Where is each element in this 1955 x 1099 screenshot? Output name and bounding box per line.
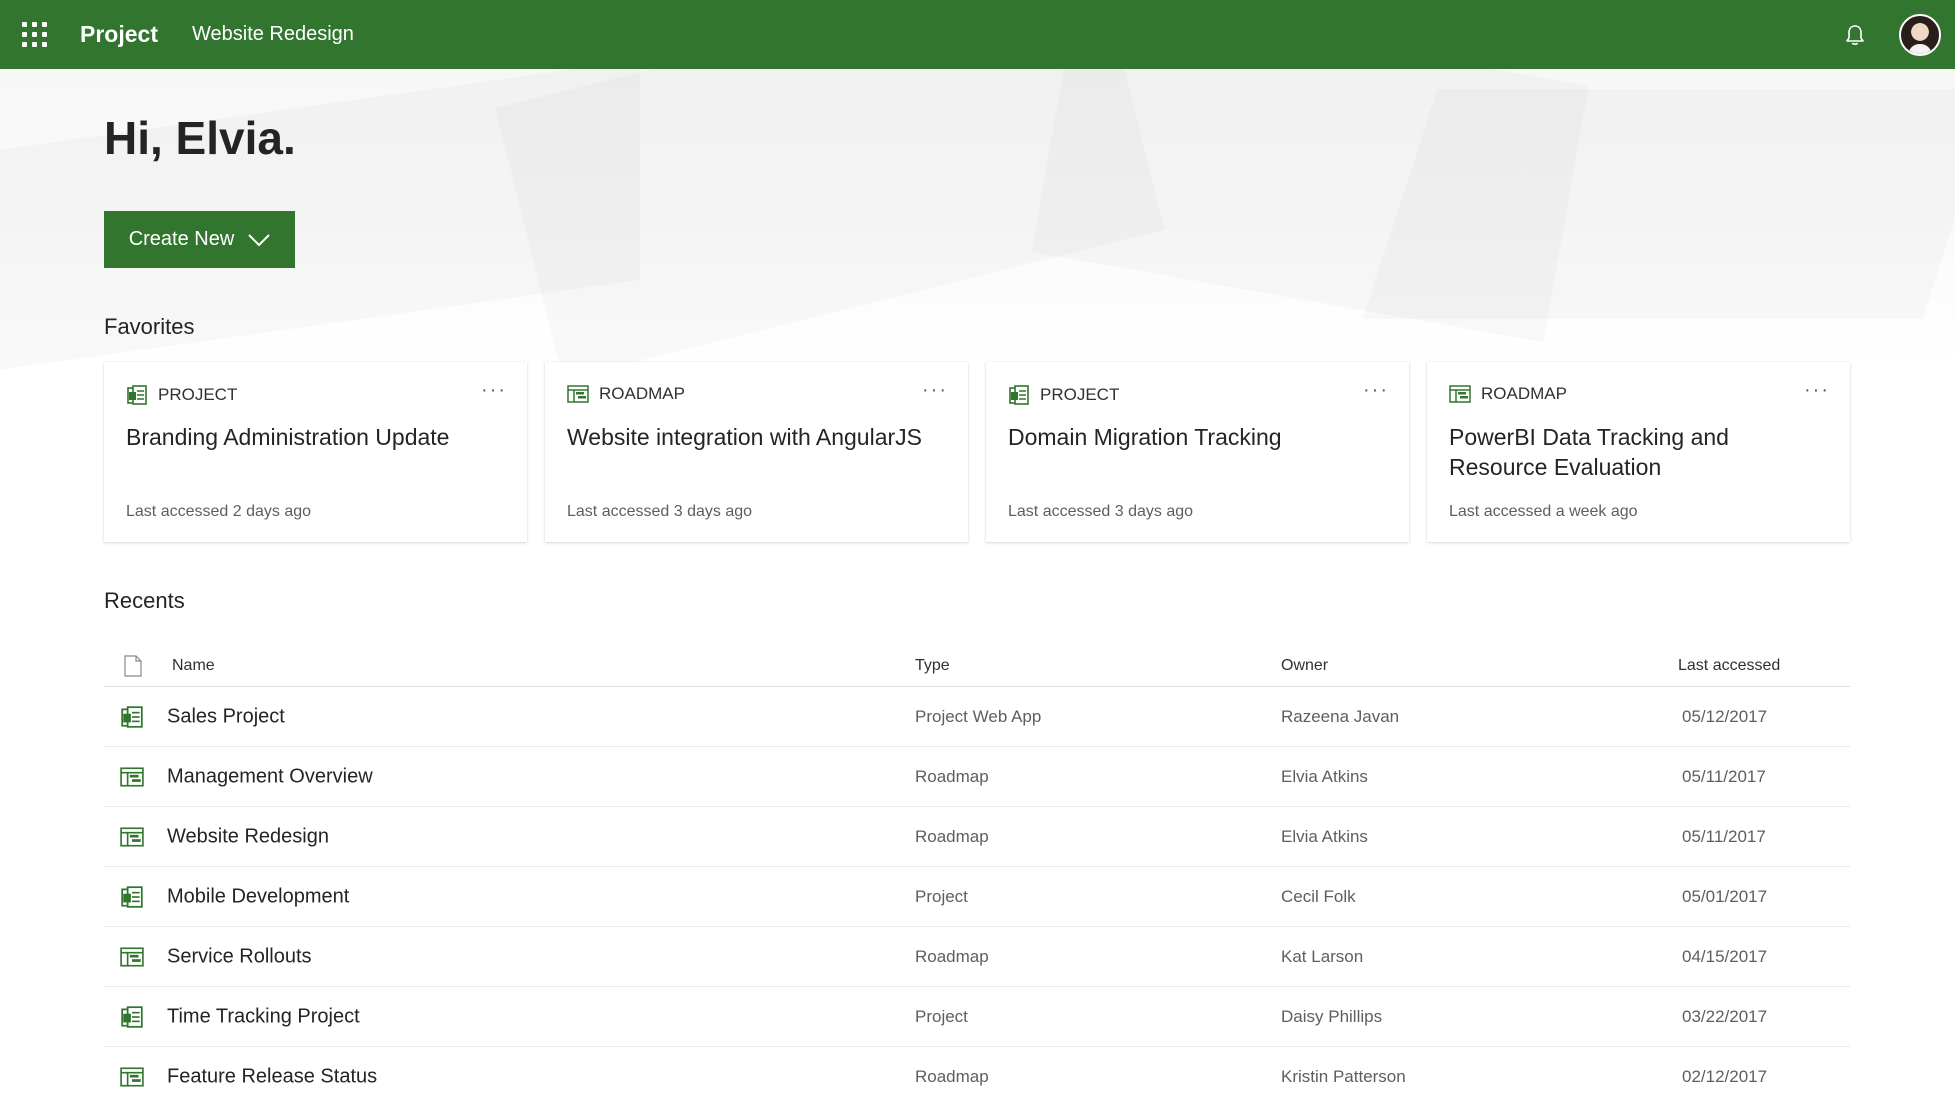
row-type: Roadmap (915, 826, 989, 846)
roadmap-icon (120, 946, 144, 967)
card-type-label: PROJECT (158, 385, 238, 404)
row-date: 02/12/2017 (1682, 1066, 1768, 1086)
row-date: 05/11/2017 (1682, 826, 1766, 846)
project-icon (120, 1005, 144, 1029)
row-owner: Elvia Atkins (1281, 826, 1368, 846)
row-type: Roadmap (915, 1066, 989, 1086)
card-type-label: PROJECT (1040, 385, 1120, 404)
card-last-accessed: Last accessed a week ago (1449, 503, 1638, 520)
row-owner: Kat Larson (1281, 946, 1364, 966)
bell-icon[interactable] (1825, 0, 1885, 69)
card-last-accessed: Last accessed 3 days ago (567, 503, 753, 520)
row-owner: Daisy Phillips (1281, 1006, 1383, 1026)
project-icon (120, 885, 144, 909)
column-header-last-accessed[interactable]: Last accessed (1678, 657, 1780, 675)
card-last-accessed: Last accessed 3 days ago (1008, 503, 1194, 520)
row-name[interactable]: Mobile Development (167, 885, 349, 908)
column-header-name[interactable]: Name (172, 657, 215, 675)
file-icon (124, 654, 142, 677)
favorites-heading: Favorites (104, 314, 195, 339)
current-project-name[interactable]: Website Redesign (192, 23, 354, 46)
table-row[interactable]: Management Overview Roadmap Elvia Atkins… (104, 747, 1850, 807)
row-type: Project (915, 1006, 968, 1026)
app-name[interactable]: Project (80, 21, 158, 48)
row-type: Roadmap (915, 766, 989, 786)
roadmap-icon (120, 1066, 144, 1087)
row-name[interactable]: Service Rollouts (167, 945, 312, 968)
favorites-cards: PROJECT ··· Branding Administration Upda… (104, 362, 1850, 542)
card-title: Branding Administration Update (126, 424, 450, 450)
create-new-button[interactable]: Create New (104, 211, 295, 268)
more-options-icon[interactable]: ··· (481, 380, 507, 400)
recents-heading: Recents (104, 588, 185, 613)
roadmap-icon (120, 766, 144, 787)
row-name[interactable]: Management Overview (167, 765, 373, 788)
table-row[interactable]: Time Tracking Project Project Daisy Phil… (104, 987, 1850, 1047)
favorite-card[interactable]: ROADMAP ··· Website integration with Ang… (545, 362, 968, 542)
row-name[interactable]: Website Redesign (167, 825, 329, 848)
roadmap-icon (120, 826, 144, 847)
card-title: Domain Migration Tracking (1008, 424, 1282, 450)
table-row[interactable]: Mobile Development Project Cecil Folk 05… (104, 867, 1850, 927)
waffle-icon[interactable] (0, 0, 68, 69)
table-row[interactable]: Service Rollouts Roadmap Kat Larson 04/1… (104, 927, 1850, 987)
card-type-label: ROADMAP (599, 384, 685, 403)
favorite-card[interactable]: PROJECT ··· Domain Migration Tracking La… (986, 362, 1409, 542)
avatar[interactable] (1899, 13, 1941, 56)
table-row[interactable]: Website Redesign Roadmap Elvia Atkins 05… (104, 807, 1850, 867)
roadmap-icon (1449, 385, 1471, 403)
project-icon (120, 705, 144, 729)
more-options-icon[interactable]: ··· (1804, 380, 1830, 400)
row-owner: Kristin Patterson (1281, 1066, 1406, 1086)
row-date: 04/15/2017 (1682, 946, 1768, 966)
table-row[interactable]: Feature Release Status Roadmap Kristin P… (104, 1047, 1850, 1099)
row-date: 05/11/2017 (1682, 766, 1766, 786)
row-name[interactable]: Sales Project (167, 705, 285, 728)
row-date: 03/22/2017 (1682, 1006, 1768, 1026)
column-header-owner[interactable]: Owner (1281, 657, 1328, 675)
project-icon (126, 384, 148, 406)
row-owner: Elvia Atkins (1281, 766, 1368, 786)
recents-table: Name Type Owner Last accessed Sales Proj… (104, 645, 1850, 1099)
row-type: Roadmap (915, 946, 989, 966)
favorite-card[interactable]: ROADMAP ··· PowerBI Data Tracking and Re… (1427, 362, 1850, 542)
row-type: Project (915, 886, 968, 906)
row-date: 05/01/2017 (1682, 886, 1768, 906)
row-name[interactable]: Feature Release Status (167, 1065, 377, 1088)
top-bar: Project Website Redesign (0, 0, 1955, 69)
card-title: Website integration with AngularJS (567, 424, 922, 450)
roadmap-icon (567, 385, 589, 403)
table-header: Name Type Owner Last accessed (104, 645, 1850, 687)
row-type: Project Web App (915, 706, 1042, 726)
create-new-label: Create New (128, 228, 235, 250)
card-last-accessed: Last accessed 2 days ago (126, 503, 312, 520)
chevron-down-icon (248, 233, 271, 247)
project-icon (1008, 384, 1030, 406)
row-owner: Razeena Javan (1281, 706, 1400, 726)
favorite-card[interactable]: PROJECT ··· Branding Administration Upda… (104, 362, 527, 542)
greeting: Hi, Elvia. (104, 112, 296, 164)
card-type-label: ROADMAP (1481, 384, 1567, 403)
column-header-type[interactable]: Type (915, 657, 950, 675)
table-row[interactable]: Sales Project Project Web App Razeena Ja… (104, 687, 1850, 747)
row-date: 05/12/2017 (1682, 706, 1768, 726)
more-options-icon[interactable]: ··· (1363, 380, 1389, 400)
more-options-icon[interactable]: ··· (922, 380, 948, 400)
card-title: PowerBI Data Tracking and Resource Evalu… (1449, 424, 1729, 480)
row-name[interactable]: Time Tracking Project (167, 1005, 360, 1028)
row-owner: Cecil Folk (1281, 886, 1356, 906)
